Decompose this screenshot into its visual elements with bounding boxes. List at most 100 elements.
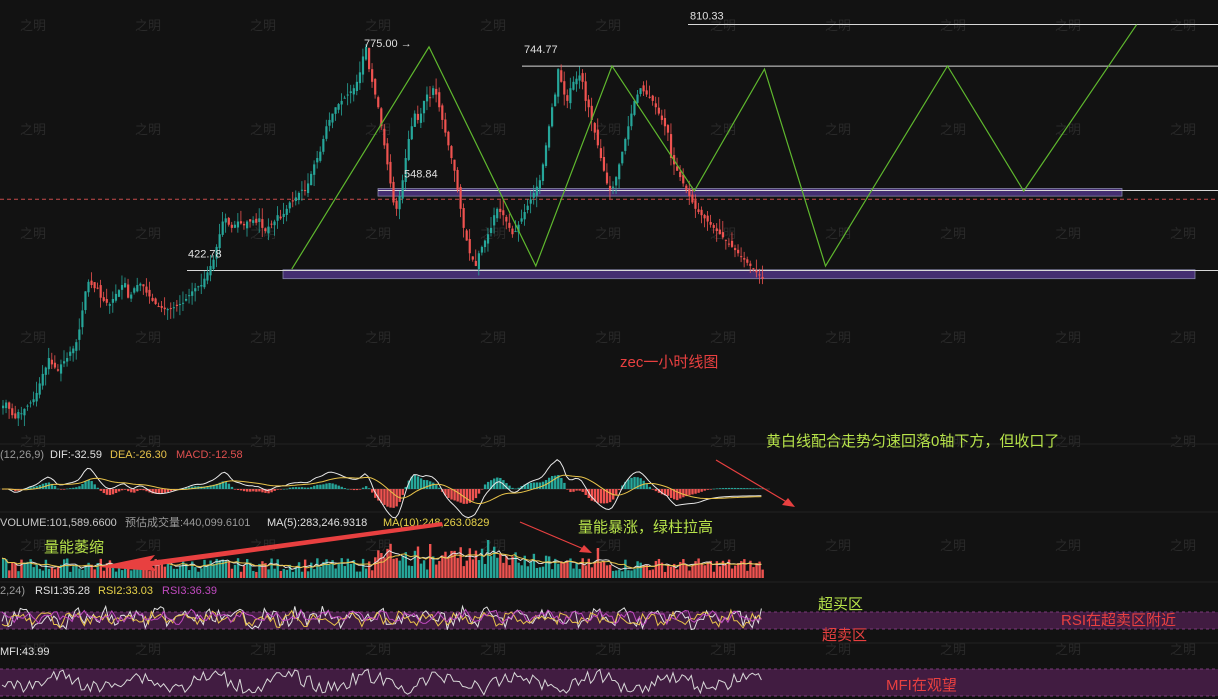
candle-body xyxy=(151,297,154,301)
volume-ma5-label: MA(5):283,246.9318 xyxy=(267,517,367,529)
candle-body xyxy=(136,285,139,292)
macd-bar xyxy=(163,489,167,493)
watermark-text: 之明 xyxy=(940,643,966,658)
candle-body xyxy=(486,234,490,244)
macd-bar xyxy=(438,487,441,489)
volume-bar xyxy=(630,570,633,578)
volume-bar xyxy=(691,565,694,578)
volume-surge-note: 量能暴涨，绿柱拉高 xyxy=(578,519,713,536)
candle-body xyxy=(130,294,133,299)
candle-body xyxy=(398,196,401,210)
candle-body xyxy=(322,138,325,152)
volume-bar xyxy=(26,561,29,578)
volume-bar xyxy=(575,562,578,578)
volume-bar xyxy=(724,564,728,578)
candle-body xyxy=(96,287,99,289)
candle-body xyxy=(157,306,160,308)
chart-stage: 之明 之明 之明 之明 之明 之明 之明 之明 之明 之明 之明 之明 之明 之明 之明 之明 之明 之明 之明 之明… xyxy=(0,0,1218,699)
macd-bar xyxy=(450,489,453,500)
candle-body xyxy=(203,278,206,288)
watermark-text: 之明 xyxy=(1055,643,1081,658)
price-zone xyxy=(282,269,1196,280)
volume-surge-arrow xyxy=(519,521,587,551)
candle-body xyxy=(697,209,700,212)
candle-body xyxy=(429,97,432,99)
macd-bar xyxy=(645,483,648,489)
candle-body xyxy=(688,188,691,197)
candle-body xyxy=(230,224,233,228)
volume-bar xyxy=(389,543,392,578)
candle-body xyxy=(456,169,459,190)
candle-body xyxy=(255,218,258,223)
macd-bar xyxy=(474,489,478,499)
macd-bar xyxy=(56,488,60,490)
macd-bar xyxy=(368,488,371,489)
candle-body xyxy=(538,180,541,190)
candle-body xyxy=(53,362,57,368)
candle-body xyxy=(11,408,14,416)
candle-body xyxy=(636,94,639,103)
volume-bar xyxy=(221,559,224,578)
candle-body xyxy=(181,302,185,304)
macd-bar xyxy=(291,487,295,489)
watermark-text: 之明 xyxy=(20,435,46,450)
price-level-label: 775.00 → xyxy=(364,38,412,50)
candle-body xyxy=(572,81,575,90)
volume-bar xyxy=(282,568,285,578)
watermark-text: 之明 xyxy=(20,539,46,554)
watermark-text: 之明 xyxy=(250,331,276,346)
candle-body xyxy=(188,295,191,297)
macd-bar xyxy=(459,489,462,503)
volume-bar xyxy=(172,568,176,578)
candle-body xyxy=(84,291,87,311)
volume-bar xyxy=(734,565,737,578)
candle-body xyxy=(383,128,386,146)
candle-body xyxy=(520,218,523,222)
candle-body xyxy=(175,304,179,306)
candle-body xyxy=(389,161,392,184)
volume-bar xyxy=(590,567,594,578)
macd-bar xyxy=(331,483,334,489)
volume-bar xyxy=(203,559,206,578)
watermark-text: 之明 xyxy=(595,19,621,34)
volume-bar xyxy=(496,557,499,578)
volume-bar xyxy=(526,566,529,578)
volume-bar xyxy=(432,556,435,578)
volume-bar xyxy=(17,571,20,578)
macd-bar xyxy=(752,488,755,489)
volume-bar xyxy=(337,563,340,578)
volume-bar xyxy=(697,558,700,578)
volume-bar xyxy=(608,564,612,578)
volume-bar xyxy=(47,568,51,578)
volume-bar xyxy=(438,561,441,578)
candle-body xyxy=(410,126,413,140)
candle-body xyxy=(660,115,663,120)
volume-bar xyxy=(343,566,346,578)
candle-body xyxy=(459,186,462,209)
watermark-text: 之明 xyxy=(250,19,276,34)
candle-body xyxy=(758,274,761,276)
candle-body xyxy=(282,213,285,218)
volume-bar xyxy=(307,571,310,578)
chart-canvas: 之明 之明 之明 之明 之明 之明 之明 之明 之明 之明 之明之明 之明 之明 之明 之明 之明 之明 之明 之明… xyxy=(0,10,1218,697)
rsi-params: 2,24) xyxy=(0,585,25,597)
candle-body xyxy=(499,208,502,212)
watermark-text: 之明 xyxy=(1170,643,1196,658)
candle-body xyxy=(514,231,517,233)
candle-body xyxy=(29,402,32,404)
volume-label: VOLUME:101,589.6600 xyxy=(0,517,117,529)
macd-bar xyxy=(273,489,276,491)
watermark-text: 之明 xyxy=(825,643,851,658)
candle-body xyxy=(358,72,362,84)
macd-note-arrowhead xyxy=(782,498,795,507)
candle-body xyxy=(206,272,209,281)
candle-body xyxy=(666,125,670,133)
watermark-text: 之明 xyxy=(365,435,391,450)
volume-bar xyxy=(752,567,755,578)
candle-body xyxy=(544,145,548,166)
volume-bar xyxy=(181,559,185,578)
candle-body xyxy=(679,171,682,178)
candle-body xyxy=(718,229,721,235)
volume-bar xyxy=(612,570,615,578)
volume-bar xyxy=(669,566,673,578)
